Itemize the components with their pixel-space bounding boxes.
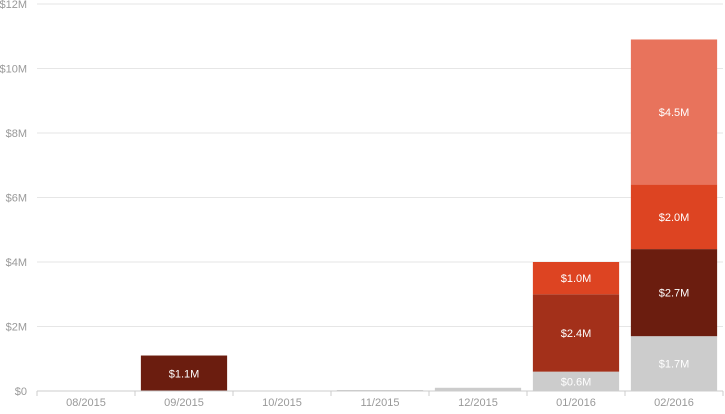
x-tick-label: 08/2015	[66, 397, 106, 409]
bars	[140, 39, 718, 391]
bar-value-label: $0.6M	[561, 376, 592, 388]
x-tick-label: 02/2016	[654, 397, 694, 409]
x-tick-label: 10/2015	[262, 397, 302, 409]
stacked-bar-chart: $1.1M $0.6M $2.4M $1.0M $1.7M $2.7M $2.0M $4.5M…	[0, 0, 724, 409]
bar-value-label: $2.7M	[659, 288, 690, 300]
y-tick-label: $12M	[0, 0, 27, 11]
y-tick-label: $10M	[0, 64, 27, 76]
y-tick-label: $0	[15, 386, 27, 398]
bar-value-label: $1.0M	[561, 273, 592, 285]
bar-value-label: $2.4M	[561, 328, 592, 340]
bar-value-label: $1.7M	[659, 359, 690, 371]
chart-container: $1.1M $0.6M $2.4M $1.0M $1.7M $2.7M $2.0M $4.5M…	[0, 0, 725, 409]
bar-value-label: $1.1M	[169, 368, 200, 380]
x-tick-label: 09/2015	[164, 397, 204, 409]
y-tick-label: $4M	[6, 257, 27, 269]
y-tick-label: $8M	[6, 128, 27, 140]
x-tick-label: 12/2015	[458, 397, 498, 409]
bar-value-label: $4.5M	[659, 107, 690, 119]
y-tick-label: $6M	[6, 193, 27, 205]
gridlines	[37, 3, 723, 327]
bar-value-label: $2.0M	[659, 212, 690, 224]
y-tick-label: $2M	[6, 322, 27, 334]
x-tick-label: 01/2016	[556, 397, 596, 409]
x-tick-label: 11/2015	[361, 397, 400, 409]
